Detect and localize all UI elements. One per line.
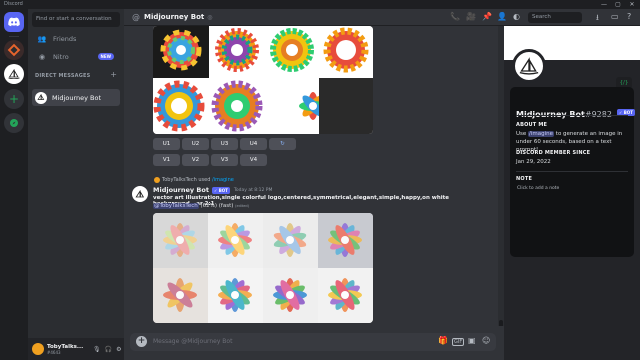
add-server-icon[interactable]: + xyxy=(4,89,24,109)
member-since-date: Jan 29, 2022 xyxy=(516,159,551,165)
message-header: Midjourney Bot ✓ BOT Today at 8:12 PM xyxy=(153,186,272,194)
help-icon[interactable]: ? xyxy=(627,12,631,21)
member-since-title: DISCORD MEMBER SINCE xyxy=(516,150,591,156)
divider xyxy=(516,115,628,116)
message-input[interactable]: Message @Midjourney Bot xyxy=(153,333,232,351)
reply-username: TobyTalksTech xyxy=(162,177,197,183)
variation-button-v3[interactable]: V3 xyxy=(211,154,238,166)
message-timestamp: Today at 8:12 PM xyxy=(233,187,273,193)
dm-section-header: DIRECT MESSAGES xyxy=(35,73,91,79)
voice-call-icon[interactable]: 📞 xyxy=(450,12,460,21)
at-icon: @ xyxy=(132,12,140,22)
maximize-button[interactable]: ▢ xyxy=(612,0,624,9)
dm-sidebar: Find or start a conversation 👥 Friends ◉… xyxy=(28,9,124,360)
about-me-title: ABOUT ME xyxy=(516,122,548,128)
server-icon-midjourney[interactable] xyxy=(4,64,24,84)
profile-header: Midjourney Bot#9282 ✓ BOT xyxy=(516,102,635,121)
window-title: Discord xyxy=(4,1,23,7)
avatar xyxy=(35,91,47,104)
message-list: U1 U2 U3 U4 ↻ V1 V2 V3 V4 TobyTalksTech … xyxy=(124,26,504,326)
create-dm-plus-icon[interactable]: + xyxy=(110,70,117,79)
explore-servers-icon[interactable] xyxy=(4,113,24,133)
server-icon-tobytalks[interactable] xyxy=(4,40,24,60)
message-composer[interactable]: + Message @Midjourney Bot 🎁 GIF ▣ ☺ xyxy=(130,333,496,351)
note-input[interactable]: Click to add a note xyxy=(517,186,559,191)
server-list: + xyxy=(0,9,28,360)
sticker-icon[interactable]: ▣ xyxy=(468,336,476,345)
sidebar-item-label: Nitro xyxy=(53,52,69,61)
edited-label: (edited) xyxy=(235,204,249,208)
divider xyxy=(516,171,628,172)
user-avatar[interactable] xyxy=(32,343,44,355)
reroll-button[interactable]: ↻ xyxy=(269,138,296,150)
friends-icon: 👥 xyxy=(37,34,47,43)
home-discord-icon[interactable] xyxy=(4,12,24,32)
dm-item-label: Midjourney Bot xyxy=(52,93,102,102)
pinned-messages-icon[interactable]: 📌 xyxy=(482,12,492,21)
inbox-icon[interactable]: ▭ xyxy=(611,12,619,21)
user-profile-panel: {/} Midjourney Bot#9282 ✓ BOT ABOUT ME U… xyxy=(504,26,640,360)
bot-badge: ✓ BOT xyxy=(211,186,230,194)
reply-avatar xyxy=(154,177,160,183)
minimize-button[interactable]: — xyxy=(598,0,610,9)
user-profile-toggle-icon[interactable]: ◐ xyxy=(513,12,520,21)
generated-image-grid-1[interactable] xyxy=(153,26,373,134)
upscale-button-u1[interactable]: U1 xyxy=(153,138,180,150)
variation-button-v1[interactable]: V1 xyxy=(153,154,180,166)
sidebar-item-friends[interactable]: 👥 Friends xyxy=(32,31,120,46)
author-name[interactable]: Midjourney Bot xyxy=(153,186,209,194)
progress-status: (62%) (fast) xyxy=(200,203,234,209)
gif-icon[interactable]: GIF xyxy=(452,338,465,346)
variation-button-v4[interactable]: V4 xyxy=(240,154,267,166)
username: TobyTalks... xyxy=(47,343,84,350)
reply-verb: used xyxy=(198,177,211,183)
channel-name: Midjourney Bot xyxy=(144,13,205,21)
profile-avatar xyxy=(512,49,546,83)
inbox-download-icon[interactable]: ⭳ xyxy=(596,12,599,26)
guild-separator xyxy=(9,36,19,37)
microphone-icon[interactable]: 🎙 xyxy=(93,346,101,353)
emoji-icon[interactable]: ☺ xyxy=(482,336,490,345)
search-input[interactable]: Search xyxy=(528,12,582,23)
new-badge: NEW xyxy=(97,53,114,60)
upscale-button-u3[interactable]: U3 xyxy=(211,138,238,150)
gift-icon[interactable]: 🎁 xyxy=(438,336,448,345)
upscale-button-u4[interactable]: U4 xyxy=(240,138,267,150)
attach-plus-icon[interactable]: + xyxy=(136,336,147,347)
headphones-icon[interactable]: 🎧 xyxy=(105,346,112,353)
video-call-icon[interactable]: 🎥 xyxy=(466,12,476,21)
close-button[interactable]: ✕ xyxy=(626,0,638,9)
dm-item-midjourney-bot[interactable]: Midjourney Bot xyxy=(32,89,120,106)
find-conversation-input[interactable]: Find or start a conversation xyxy=(32,12,120,27)
user-info[interactable]: TobyTalks... #4643 xyxy=(47,344,89,355)
author-avatar[interactable] xyxy=(132,186,148,202)
note-title: NOTE xyxy=(516,176,533,182)
online-status-icon: ◎ xyxy=(207,13,213,21)
upscale-button-u2[interactable]: U2 xyxy=(182,138,209,150)
about-prefix: Use xyxy=(516,131,527,137)
user-mention[interactable]: @TobyTalksTech xyxy=(153,203,199,209)
user-panel: TobyTalks... #4643 🎙 🎧 ⚙ xyxy=(28,338,124,360)
window-titlebar: Discord — ▢ ✕ xyxy=(0,0,640,9)
channel-title: @ Midjourney Bot ◎ xyxy=(132,13,213,22)
chat-header: @ Midjourney Bot ◎ 📞 🎥 📌 👤 ◐ Search ⭳ ▭ … xyxy=(124,9,640,26)
user-tag: #4643 xyxy=(47,349,61,355)
add-friends-dm-icon[interactable]: 👤 xyxy=(497,12,507,21)
settings-gear-icon[interactable]: ⚙ xyxy=(116,346,121,353)
about-command[interactable]: /imagine xyxy=(528,131,555,137)
reply-context[interactable]: TobyTalksTech used /imagine xyxy=(154,177,234,183)
sidebar-item-label: Friends xyxy=(53,34,77,43)
message-mention-line: @TobyTalksTech (62%) (fast) (edited) xyxy=(153,203,249,209)
variation-button-v2[interactable]: V2 xyxy=(182,154,209,166)
generated-image-grid-2[interactable] xyxy=(153,213,373,323)
nitro-icon: ◉ xyxy=(38,52,46,61)
sidebar-item-nitro[interactable]: ◉ Nitro NEW xyxy=(32,49,120,64)
reply-command: /imagine xyxy=(212,177,234,183)
